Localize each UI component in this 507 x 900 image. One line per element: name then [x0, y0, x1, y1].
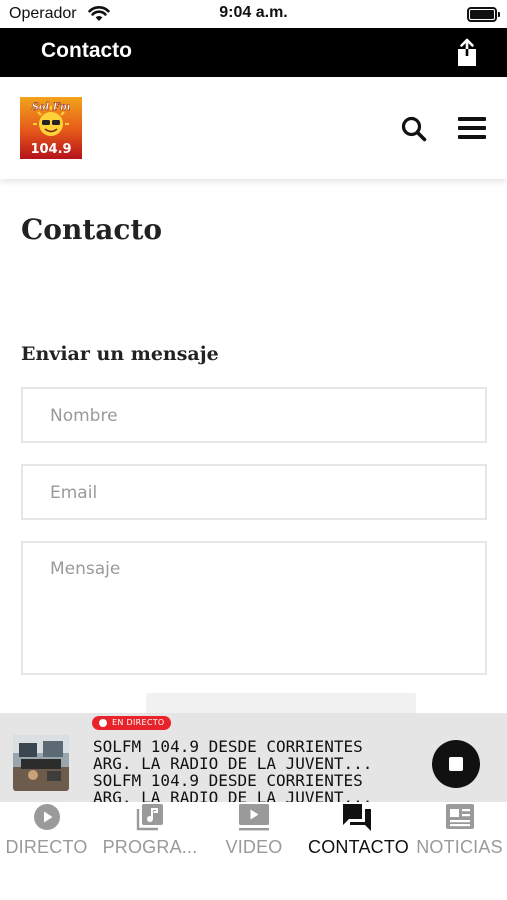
share-icon[interactable]	[451, 37, 483, 69]
hamburger-menu-icon[interactable]	[458, 115, 488, 141]
now-playing-text: SOLFM 104.9 DESDE CORRIENTES ARG. LA RAD…	[93, 738, 403, 802]
video-icon	[239, 804, 269, 831]
tab-label: DIRECTO	[5, 837, 88, 857]
station-thumbnail	[13, 735, 69, 791]
email-input[interactable]: Email	[21, 464, 487, 520]
now-playing-line: ARG. LA RADIO DE LA JUVENT...	[93, 755, 373, 772]
tab-programas[interactable]: PROGRA...	[101, 802, 199, 862]
email-placeholder: Email	[50, 483, 98, 503]
tab-label: NOTICIAS	[416, 837, 503, 857]
page-title: Contacto	[21, 213, 163, 246]
tab-bar: DIRECTO PROGRA... VIDEO CONTACTO NOTICIA…	[0, 802, 507, 900]
battery-icon	[467, 7, 500, 22]
tab-directo[interactable]: DIRECTO	[0, 802, 93, 862]
search-icon[interactable]	[400, 115, 428, 143]
tab-noticias[interactable]: NOTICIAS	[414, 802, 505, 862]
form-title: Enviar un mensaje	[21, 343, 219, 365]
status-bar: Operador 9:04 a.m.	[0, 0, 507, 28]
now-playing-line: ARG. LA RADIO DE LA JUVENT...	[93, 789, 373, 802]
now-playing-player: EN DIRECTO SOLFM 104.9 DESDE CORRIENTES …	[0, 713, 507, 802]
tab-video[interactable]: VIDEO	[209, 802, 299, 862]
name-input[interactable]: Nombre	[21, 387, 487, 443]
chat-bubbles-icon	[343, 804, 371, 831]
nav-title: Contacto	[41, 39, 132, 62]
message-textarea[interactable]: Mensaje	[21, 541, 487, 675]
music-library-icon	[136, 804, 163, 831]
now-playing-line: SOLFM 104.9 DESDE CORRIENTES	[93, 772, 363, 789]
status-time: 9:04 a.m.	[219, 4, 288, 21]
solfm-logo[interactable]: Sol Fm 104.9	[20, 97, 82, 159]
tab-label: VIDEO	[225, 837, 283, 857]
now-playing-line: SOLFM 104.9 DESDE CORRIENTES	[93, 738, 363, 755]
nav-bar: Contacto	[0, 28, 507, 77]
message-placeholder: Mensaje	[50, 559, 121, 579]
tab-label: CONTACTO	[308, 837, 409, 857]
live-badge: EN DIRECTO	[92, 716, 172, 730]
logo-frequency: 104.9	[30, 142, 71, 157]
captcha-widget[interactable]	[146, 693, 416, 715]
tab-label: PROGRA...	[102, 837, 198, 857]
name-placeholder: Nombre	[50, 406, 118, 426]
site-header: Sol Fm 104.9	[0, 77, 507, 179]
play-circle-icon	[33, 804, 60, 830]
tab-contacto[interactable]: CONTACTO	[308, 802, 409, 862]
stop-button[interactable]	[432, 740, 480, 788]
logo-text: Sol Fm	[32, 102, 71, 113]
newspaper-icon	[445, 804, 474, 829]
